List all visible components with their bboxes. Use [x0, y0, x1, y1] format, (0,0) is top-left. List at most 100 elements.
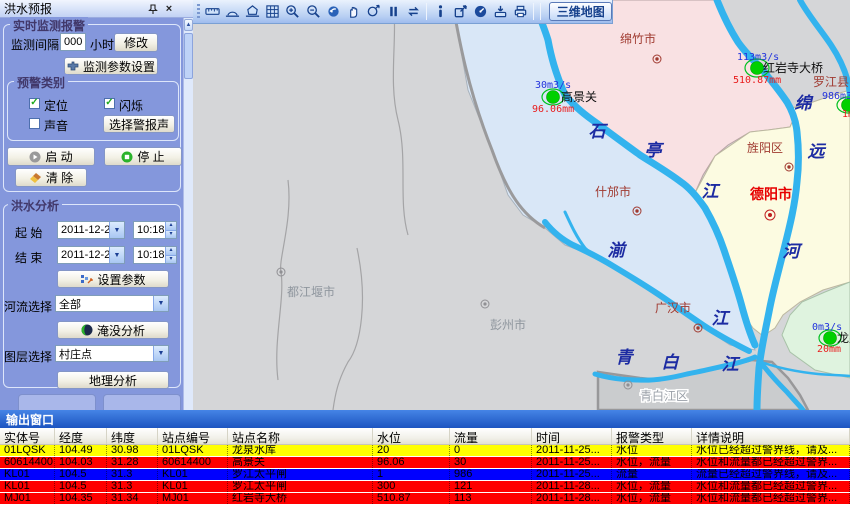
measure-height-icon[interactable]	[224, 2, 242, 21]
cell: 2011-11-25...	[532, 445, 612, 456]
city-label-dujiangyan: 都江堰市	[287, 284, 335, 299]
cell: 水位和流量都已经超过警界...	[692, 457, 850, 468]
bottom-tab-left[interactable]	[18, 394, 96, 410]
column-header[interactable]: 站点名称	[228, 428, 373, 444]
toolbar-grip[interactable]	[197, 4, 200, 20]
select-alarm-sound-button[interactable]: 选择警报声	[103, 115, 175, 133]
cell: 31.34	[107, 493, 158, 504]
sound-checkbox[interactable]	[29, 118, 40, 129]
spinner-arrows-icon[interactable]: ▴▾	[165, 247, 176, 263]
column-header[interactable]: 流量	[450, 428, 532, 444]
column-header[interactable]: 报警类型	[612, 428, 692, 444]
cell: MJ01	[0, 493, 55, 504]
station-name: 高景关	[561, 89, 597, 104]
flood-analysis-button[interactable]: 淹没分析	[57, 321, 169, 339]
zoom-selection-icon[interactable]	[364, 2, 382, 21]
map-canvas[interactable]: 石 亭 江 绵 远 河 湔 江 青 白 江 绵竹市 什邡市 罗江县 旌阳区	[193, 0, 850, 410]
column-header[interactable]: 经度	[55, 428, 107, 444]
modify-button[interactable]: 修改	[114, 33, 158, 52]
pin-icon[interactable]	[146, 2, 160, 16]
stop-button[interactable]: 停 止	[104, 147, 182, 166]
table-row[interactable]: 01LQSK104.4930.9801LQSK龙泉水库2002011-11-25…	[0, 445, 850, 457]
end-time-label: 结 束	[15, 249, 42, 266]
spinner-arrows-icon[interactable]: ▴▾	[165, 222, 176, 238]
end-date-combo[interactable]: 2011-12-26▼	[57, 246, 125, 264]
table-row-selected[interactable]: KL01104.531.3KL01罗江太平闸19862011-11-25...流…	[0, 469, 850, 481]
sidebar-titlebar: 洪水预报 ×	[0, 0, 193, 18]
city-label-deyang: 德阳市	[750, 186, 792, 202]
chevron-down-icon: ▼	[153, 296, 168, 311]
analysis-group-caption: 洪水分析	[8, 197, 62, 214]
end-time-spinner[interactable]: 10:18 ▴▾	[133, 246, 177, 264]
cell: 01LQSK	[0, 445, 55, 456]
pause-icon[interactable]	[384, 2, 402, 21]
grid-icon[interactable]	[264, 2, 282, 21]
scrollbar-thumb[interactable]	[184, 33, 193, 79]
pan-icon[interactable]	[344, 2, 362, 21]
locate-checkbox[interactable]: ✓	[29, 98, 40, 109]
flash-checkbox[interactable]: ✓	[104, 98, 115, 109]
speed-icon[interactable]	[471, 2, 489, 21]
zoom-out-icon[interactable]	[304, 2, 322, 21]
toolbar-separator	[533, 3, 534, 20]
sound-checkbox-label: 声音	[44, 117, 68, 134]
layer-select-label: 图层选择	[4, 348, 52, 365]
measure-area-icon[interactable]	[244, 2, 262, 21]
clear-button[interactable]: 清 除	[15, 168, 87, 187]
scroll-up-icon[interactable]: ▲	[184, 19, 193, 31]
bottom-tab-right[interactable]	[103, 394, 181, 410]
map-viewport[interactable]: 石 亭 江 绵 远 河 湔 江 青 白 江 绵竹市 什邡市 罗江县 旌阳区	[193, 0, 850, 410]
start-button[interactable]: 启 动	[7, 147, 95, 166]
close-icon[interactable]: ×	[162, 2, 176, 16]
output-table-header: 实体号 经度 纬度 站点编号 站点名称 水位 流量 时间 报警类型 详情说明	[0, 428, 850, 445]
geo-analysis-button[interactable]: 地理分析	[57, 371, 169, 389]
measure-distance-icon[interactable]	[204, 2, 222, 21]
column-header[interactable]: 站点编号	[158, 428, 228, 444]
column-header[interactable]: 纬度	[107, 428, 158, 444]
interval-input[interactable]	[60, 33, 86, 51]
sidebar-scrollbar[interactable]: ▲	[183, 18, 193, 410]
cell: 31.28	[107, 457, 158, 468]
previous-view-icon[interactable]	[324, 2, 342, 21]
map-3d-button[interactable]: 三维地图	[549, 2, 612, 21]
cell: 104.5	[55, 469, 107, 480]
cell: 水位，流量	[612, 493, 692, 504]
cell: 2011-11-28...	[532, 493, 612, 504]
chevron-down-icon: ▼	[109, 222, 124, 238]
monitor-group: 实时监测报警 监测间隔 小时 修改 监测参数设置 预警类别 ✓ 定位 ✓ 闪烁 …	[3, 24, 181, 192]
interval-unit-label: 小时	[90, 36, 114, 53]
identify-icon[interactable]	[431, 2, 449, 21]
table-row[interactable]: 60614400104.0331.2860614400高景关96.0630201…	[0, 457, 850, 469]
cell: 罗江太平闸	[228, 469, 373, 480]
start-time-spinner[interactable]: 10:18 ▴▾	[133, 221, 177, 239]
export-icon[interactable]	[451, 2, 469, 21]
stop-icon	[121, 151, 133, 163]
output-window: 输出窗口 实体号 经度 纬度 站点编号 站点名称 水位 流量 时间 报警类型 详…	[0, 410, 850, 507]
print-preview-icon[interactable]	[491, 2, 509, 21]
column-header[interactable]: 时间	[532, 428, 612, 444]
analysis-group: 洪水分析 起 始 2011-12-26▼ 10:18 ▴▾ 结 束 2011-1…	[3, 204, 181, 388]
station-level-value: 510.87mm	[733, 75, 781, 86]
refresh-icon[interactable]	[404, 2, 422, 21]
cell: 30.98	[107, 445, 158, 456]
toolbar-separator	[426, 3, 427, 20]
start-date-combo[interactable]: 2011-12-26▼	[57, 221, 125, 239]
alert-group: 预警类别 ✓ 定位 ✓ 闪烁 声音 选择警报声	[7, 81, 179, 141]
print-icon[interactable]	[511, 2, 529, 21]
table-row[interactable]: KL01104.531.3KL01罗江太平闸3001212011-11-28..…	[0, 481, 850, 493]
cell: KL01	[0, 481, 55, 492]
city-label-luojiang: 罗江县	[813, 75, 849, 89]
river-select-combo[interactable]: 全部▼	[55, 295, 169, 312]
column-header[interactable]: 实体号	[0, 428, 55, 444]
table-row[interactable]: MJ01104.3531.34MJ01红岩寺大桥510.871132011-11…	[0, 493, 850, 505]
layer-select-combo[interactable]: 村庄点▼	[55, 345, 169, 362]
set-params-button[interactable]: 设置参数	[57, 270, 169, 288]
monitor-params-button[interactable]: 监测参数设置	[64, 57, 158, 75]
zoom-in-icon[interactable]	[284, 2, 302, 21]
column-header[interactable]: 详情说明	[692, 428, 850, 444]
cell: 31.3	[107, 481, 158, 492]
cell: 水位和流量都已经超过警界...	[692, 481, 850, 492]
cell: 2011-11-28...	[532, 481, 612, 492]
column-header[interactable]: 水位	[373, 428, 450, 444]
cell: 水位，流量	[612, 481, 692, 492]
